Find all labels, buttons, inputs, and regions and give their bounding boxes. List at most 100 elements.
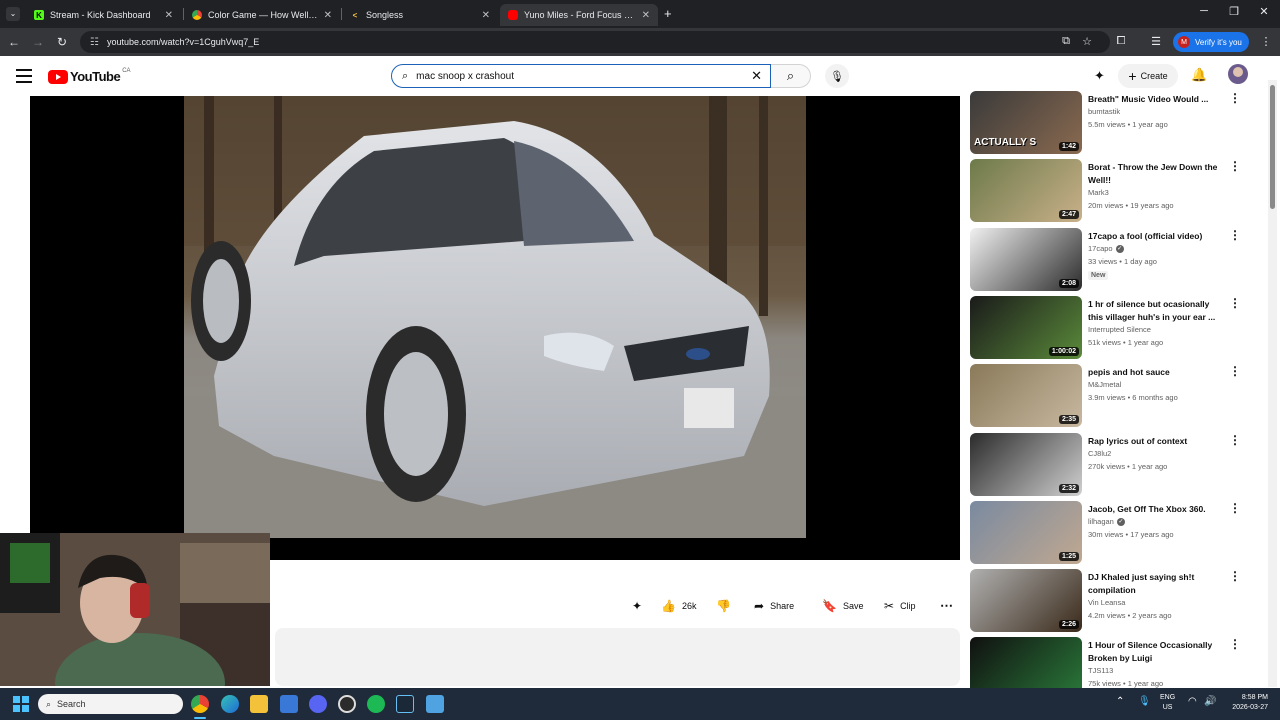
channel-name[interactable]: CJ8lu2 xyxy=(1088,449,1111,458)
channel-name[interactable]: Vin Leansa xyxy=(1088,598,1125,607)
reading-list-icon[interactable]: ☰ xyxy=(1148,35,1164,48)
channel-name[interactable]: Interrupted Silence xyxy=(1088,325,1151,334)
recommendation-item[interactable]: 1:00:02 1 hr of silence but ocasionally t… xyxy=(970,296,1260,360)
gemini-ask-button[interactable]: ✦ xyxy=(632,596,648,616)
chrome-taskbar-icon[interactable] xyxy=(191,695,209,713)
search-button[interactable]: ⌕ xyxy=(771,64,811,88)
account-avatar[interactable] xyxy=(1228,64,1248,84)
close-icon[interactable]: ✕ xyxy=(642,10,650,21)
video-thumbnail[interactable]: 2:47 xyxy=(970,159,1082,222)
recommendation-item[interactable]: 1:25 Jacob, Get Off The Xbox 360. lilhagan… xyxy=(970,501,1260,565)
clear-search-icon[interactable]: ✕ xyxy=(751,68,762,84)
clip-button[interactable]: ✂ Clip xyxy=(884,596,916,616)
video-title[interactable]: DJ Khaled just saying sh!t compilation xyxy=(1088,571,1218,597)
video-thumbnail[interactable]: 2:35 xyxy=(970,364,1082,427)
video-thumbnail[interactable]: 1:00:02 xyxy=(970,296,1082,359)
calculator-icon[interactable] xyxy=(280,695,298,713)
volume-icon[interactable]: 🔊 xyxy=(1204,696,1216,707)
hamburger-menu-icon[interactable] xyxy=(16,69,32,83)
discord-icon[interactable] xyxy=(309,695,327,713)
voice-search-icon[interactable]: 🎙 xyxy=(825,64,849,88)
channel-name[interactable]: bumtastik xyxy=(1088,107,1120,116)
video-frame[interactable] xyxy=(184,96,806,538)
like-button[interactable]: 👍 26k xyxy=(661,596,696,616)
close-icon[interactable]: ✕ xyxy=(482,10,490,21)
channel-name[interactable]: lilhagan ✓ xyxy=(1088,517,1125,527)
notepad-icon[interactable] xyxy=(426,695,444,713)
video-thumbnail[interactable]: 1:25 xyxy=(970,501,1082,564)
windows-start-icon[interactable] xyxy=(13,696,29,712)
verify-button[interactable]: M Verify it's you xyxy=(1173,32,1249,52)
close-icon[interactable]: ✕ xyxy=(324,10,332,21)
video-thumbnail[interactable]: ACTUALLY S 1:42 xyxy=(970,91,1082,154)
video-thumbnail[interactable]: 2:08 xyxy=(970,228,1082,291)
extensions-icon[interactable]: ⧠ xyxy=(1113,35,1129,48)
video-title[interactable]: Rap lyrics out of context xyxy=(1088,435,1218,448)
edge-taskbar-icon[interactable] xyxy=(221,695,239,713)
video-title[interactable]: pepis and hot sauce xyxy=(1088,366,1218,379)
notifications-bell-icon[interactable]: 🔔 xyxy=(1191,67,1207,83)
language-indicator[interactable]: ENG US xyxy=(1160,693,1175,713)
more-options-icon[interactable]: ⋮ xyxy=(1229,159,1241,173)
site-info-icon[interactable]: ☷ xyxy=(90,37,99,48)
recommendation-item[interactable]: 2:26 DJ Khaled just saying sh!t compilati… xyxy=(970,569,1260,633)
channel-name[interactable]: 17capo ✓ xyxy=(1088,244,1124,254)
wifi-icon[interactable]: ◠ xyxy=(1188,696,1197,707)
gemini-icon[interactable]: ✦ xyxy=(1094,68,1105,84)
video-title[interactable]: Borat - Throw the Jew Down the Well!! xyxy=(1088,161,1218,187)
tab-yuno-miles[interactable]: Yuno Miles - Ford Focus (Prod. ✕ xyxy=(500,4,658,26)
video-title[interactable]: 1 hr of silence but ocasionally this vil… xyxy=(1088,298,1218,324)
back-button[interactable]: ← xyxy=(6,35,22,49)
more-options-icon[interactable]: ⋮ xyxy=(1229,91,1241,105)
address-bar[interactable]: ☷ youtube.com/watch?v=1CguhVwq7_E xyxy=(80,31,1110,53)
recommendation-item[interactable]: 2:47 Borat - Throw the Jew Down the Well!… xyxy=(970,159,1260,223)
close-window-button[interactable]: ✕ xyxy=(1254,5,1274,18)
file-explorer-icon[interactable] xyxy=(250,695,268,713)
more-options-icon[interactable]: ⋮ xyxy=(1229,364,1241,378)
mic-tray-icon[interactable]: 🎙 xyxy=(1138,696,1151,707)
video-title[interactable]: Jacob, Get Off The Xbox 360. xyxy=(1088,503,1218,516)
scrollbar-thumb[interactable] xyxy=(1270,85,1275,209)
new-tab-button[interactable]: + xyxy=(664,6,672,21)
spotify-icon[interactable] xyxy=(367,695,385,713)
install-icon[interactable]: ⧉ xyxy=(1058,35,1074,48)
more-options-icon[interactable]: ⋮ xyxy=(1229,228,1241,242)
recommendation-item[interactable]: 2:35 pepis and hot sauce M&Jmetal 3.9m view… xyxy=(970,364,1260,428)
dislike-button[interactable]: 👎 xyxy=(716,596,737,616)
more-options-icon[interactable]: ⋮ xyxy=(1229,296,1241,310)
tab-songless[interactable]: < Songless ✕ xyxy=(342,4,498,26)
video-title[interactable]: 17capo a fool (official video) xyxy=(1088,230,1218,243)
search-box[interactable]: ⌕ ✕ xyxy=(391,64,771,88)
more-options-icon[interactable]: ⋮ xyxy=(1229,433,1241,447)
clock[interactable]: 8:58 PM 2026-03-27 xyxy=(1224,693,1268,713)
close-icon[interactable]: ✕ xyxy=(165,10,173,21)
more-menu-icon[interactable]: ⋮ xyxy=(1258,35,1274,48)
obs-icon[interactable] xyxy=(338,695,356,713)
recommendation-item[interactable]: ACTUALLY S 1:42 Breath" Music Video Would … xyxy=(970,91,1260,155)
minimize-button[interactable]: ─ xyxy=(1194,5,1214,17)
tab-search-button[interactable]: ⌄ xyxy=(6,7,20,21)
channel-name[interactable]: TJS113 xyxy=(1088,666,1113,675)
video-title[interactable]: Breath" Music Video Would ... xyxy=(1088,93,1218,106)
channel-name[interactable]: M&Jmetal xyxy=(1088,380,1121,389)
more-actions-button[interactable]: ⋯ xyxy=(940,596,953,616)
youtube-logo[interactable]: YouTube CA xyxy=(48,68,131,84)
description-box[interactable] xyxy=(275,628,960,686)
channel-name[interactable]: Mark3 xyxy=(1088,188,1109,197)
recommendation-item[interactable]: 2:08 17capo a fool (official video) 17capo… xyxy=(970,228,1260,292)
restore-button[interactable]: ❐ xyxy=(1224,5,1244,18)
page-scrollbar[interactable] xyxy=(1268,80,1277,687)
tab-color-game[interactable]: Color Game — How Well Can Yo ✕ xyxy=(184,4,340,26)
reload-button[interactable]: ↻ xyxy=(54,35,70,49)
video-title[interactable]: 1 Hour of Silence Occasionally Broken by… xyxy=(1088,639,1218,665)
share-button[interactable]: ➦ Share xyxy=(754,596,794,616)
search-input[interactable] xyxy=(416,70,752,82)
steam-icon[interactable] xyxy=(396,695,414,713)
forward-button[interactable]: → xyxy=(30,35,46,49)
create-button[interactable]: + Create xyxy=(1118,64,1178,88)
more-options-icon[interactable]: ⋮ xyxy=(1229,637,1241,651)
video-thumbnail[interactable]: 2:26 xyxy=(970,569,1082,632)
more-options-icon[interactable]: ⋮ xyxy=(1229,501,1241,515)
more-options-icon[interactable]: ⋮ xyxy=(1229,569,1241,583)
recommendation-item[interactable]: 2:32 Rap lyrics out of context CJ8lu2 270k … xyxy=(970,433,1260,497)
